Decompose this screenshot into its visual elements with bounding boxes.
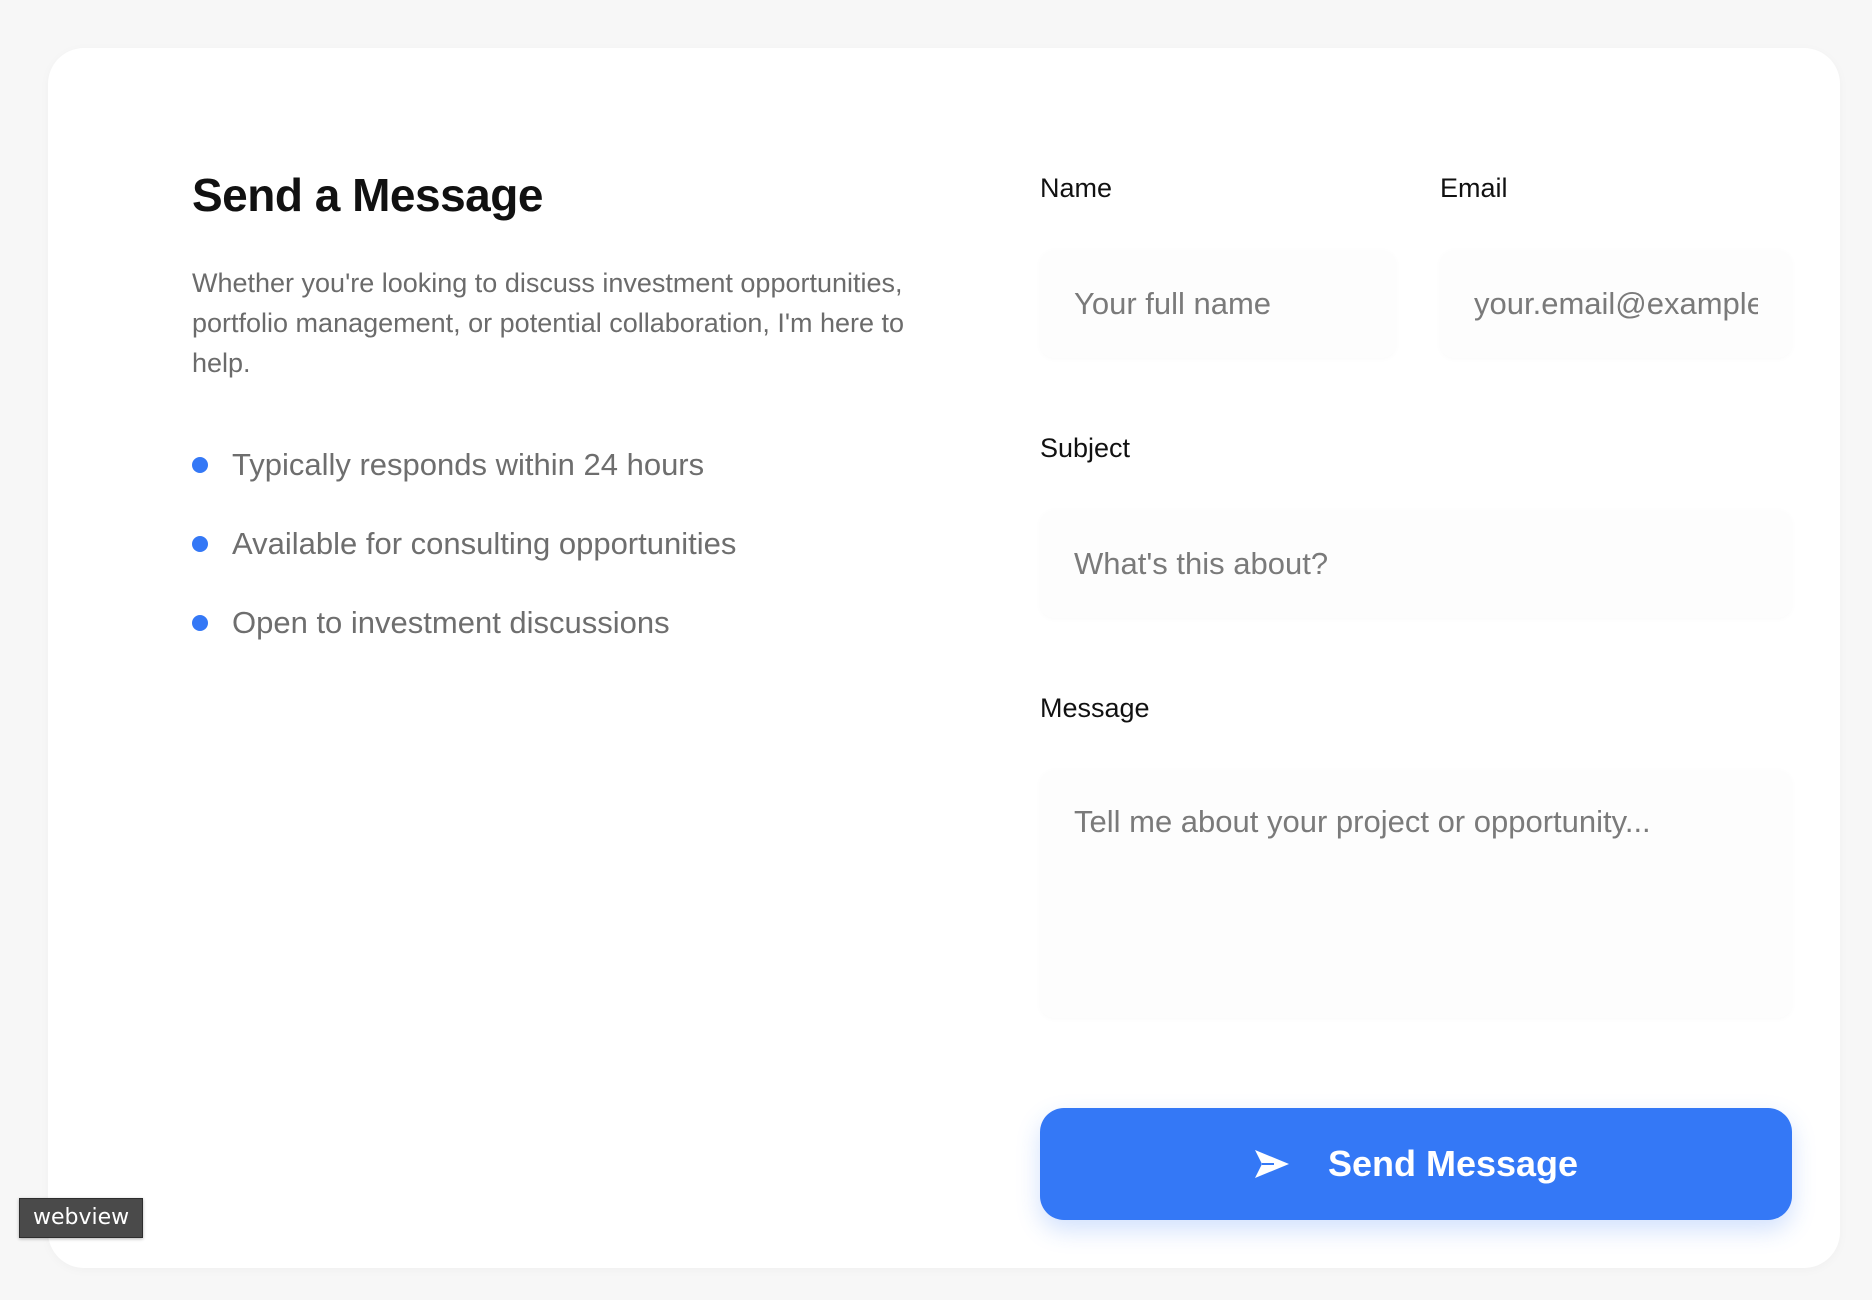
bullet-text: Available for consulting opportunities <box>232 526 737 562</box>
contact-info: Send a Message Whether you're looking to… <box>192 168 952 676</box>
name-email-row: Name Email <box>1040 168 1792 358</box>
list-item: Typically responds within 24 hours <box>192 439 952 491</box>
contact-form: Name Email Subject Message Send Message <box>1040 168 1792 1220</box>
name-input[interactable] <box>1040 250 1396 358</box>
subject-field-group: Subject <box>1040 428 1792 618</box>
message-field-group: Message <box>1040 688 1792 1023</box>
send-icon <box>1254 1150 1289 1178</box>
bullet-dot-icon <box>192 536 208 553</box>
bullet-dot-icon <box>192 615 208 632</box>
email-label: Email <box>1440 173 1508 203</box>
subject-input[interactable] <box>1040 510 1792 618</box>
bullet-text: Open to investment discussions <box>232 605 670 641</box>
email-field-group: Email <box>1440 168 1792 358</box>
send-message-button[interactable]: Send Message <box>1040 1108 1792 1220</box>
contact-description: Whether you're looking to discuss invest… <box>192 268 905 379</box>
subject-label: Subject <box>1040 433 1131 463</box>
email-input[interactable] <box>1440 250 1792 358</box>
list-item: Open to investment discussions <box>192 597 952 649</box>
availability-list: Typically responds within 24 hours Avail… <box>192 439 952 649</box>
bullet-text: Typically responds within 24 hours <box>232 447 705 483</box>
page-title: Send a Message <box>192 169 543 221</box>
bullet-dot-icon <box>192 457 208 474</box>
contact-card: Send a Message Whether you're looking to… <box>48 48 1840 1268</box>
webview-tag: webview <box>19 1198 144 1238</box>
list-item: Available for consulting opportunities <box>192 518 952 570</box>
message-textarea[interactable] <box>1040 770 1792 1018</box>
name-label: Name <box>1040 173 1113 203</box>
name-field-group: Name <box>1040 168 1396 358</box>
message-label: Message <box>1040 693 1150 723</box>
send-button-label: Send Message <box>1327 1143 1579 1184</box>
